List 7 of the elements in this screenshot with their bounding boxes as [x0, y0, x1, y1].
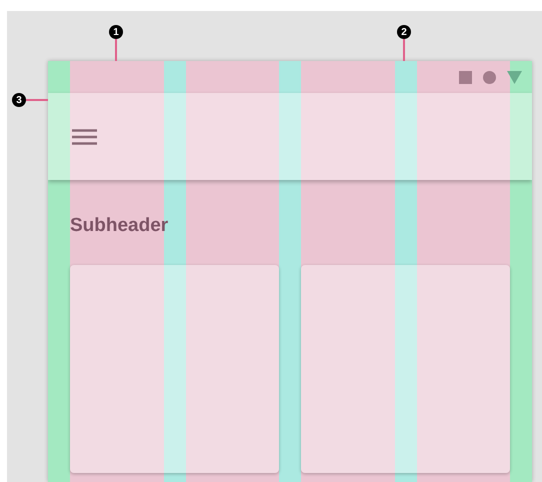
triangle-icon [507, 70, 522, 84]
leader-line [115, 39, 117, 61]
leader-line [403, 39, 405, 61]
leader-line [26, 99, 48, 101]
menu-icon[interactable] [72, 128, 97, 144]
circle-icon [483, 70, 496, 84]
square-icon [459, 70, 472, 84]
